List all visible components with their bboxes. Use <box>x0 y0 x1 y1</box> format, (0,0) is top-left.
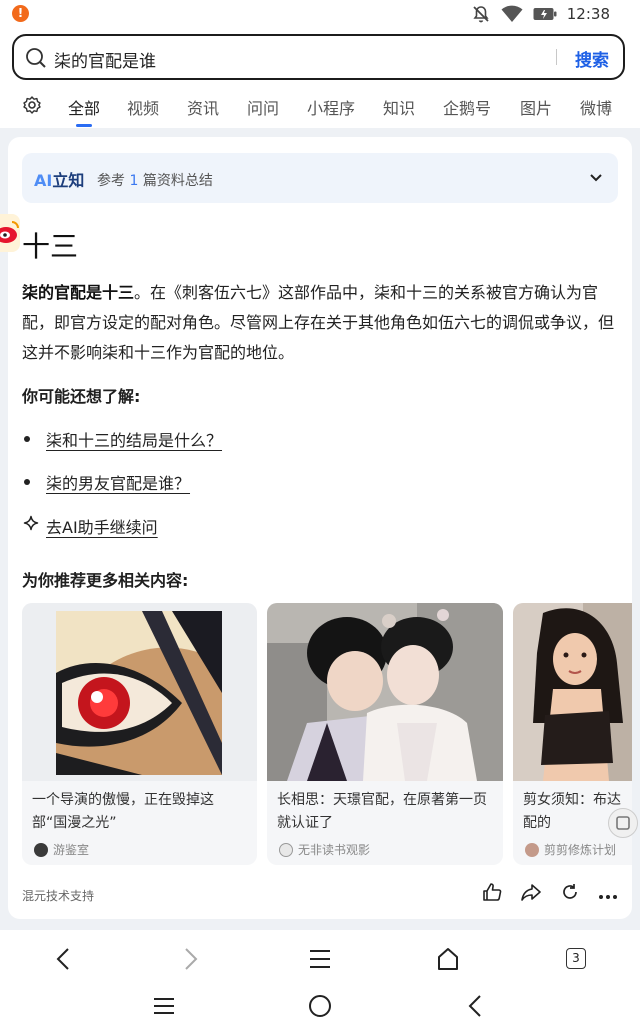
portrait-thumbnail <box>513 603 632 781</box>
avatar <box>525 842 539 857</box>
tab-all[interactable]: 全部 <box>68 95 100 119</box>
tab-news[interactable]: 资讯 <box>187 95 219 119</box>
recent-apps-icon[interactable] <box>152 994 176 1022</box>
weibo-icon[interactable] <box>0 214 20 252</box>
answer-body: 柒的官配是十三。在《刺客伍六七》这部作品中，柒和十三的关系被官方确认为官配，即官… <box>22 283 615 362</box>
thumbs-up-icon[interactable] <box>482 882 502 906</box>
search-input[interactable]: 柒的官配是谁 <box>54 47 156 72</box>
ai-assistant-link[interactable]: 去AI助手继续问 <box>46 514 158 538</box>
ai-summary-header[interactable]: AI立知 参考 1 篇资料总结 <box>22 153 618 203</box>
recommend-card[interactable]: 长相思：天璟官配，在原著第一页就认证了 无非读书观影 <box>267 603 503 865</box>
sparkle-icon <box>22 515 40 537</box>
system-navigation <box>0 988 640 1024</box>
drama-still-thumbnail <box>267 603 503 781</box>
battery-icon <box>533 7 557 21</box>
menu-icon[interactable] <box>308 946 332 976</box>
recommend-source: 剪剪修炼计划 <box>525 841 616 858</box>
status-time: 12:38 <box>566 5 610 23</box>
tab-video[interactable]: 视频 <box>127 95 159 119</box>
status-bar: ! 12:38 <box>0 0 640 28</box>
anime-eye-thumbnail <box>22 603 257 781</box>
recommend-source: 无非读书观影 <box>279 841 370 858</box>
related-questions-title: 你可能还想了解: <box>22 387 141 406</box>
tab-ask[interactable]: 问问 <box>247 95 279 119</box>
tab-indicator <box>76 124 92 127</box>
recommend-source: 游鉴室 <box>34 841 89 858</box>
search-area: 柒的官配是谁 搜索 <box>0 28 640 86</box>
category-tabs: 全部 视频 资讯 问问 小程序 知识 企鹅号 图片 微博 <box>0 86 640 128</box>
recommend-card[interactable]: 一个导演的傲慢，正在毁掉这部“国漫之光” 游鉴室 <box>22 603 257 865</box>
system-back-icon[interactable] <box>466 994 486 1022</box>
tab-images[interactable]: 图片 <box>520 95 552 119</box>
tab-miniprogram[interactable]: 小程序 <box>307 95 355 119</box>
related-question-link[interactable]: 柒的男友官配是谁？ <box>46 470 190 494</box>
recommend-card-text: 一个导演的傲慢，正在毁掉这部“国漫之光” <box>32 792 214 831</box>
back-icon[interactable] <box>54 946 74 976</box>
bullet <box>24 479 30 485</box>
search-icon <box>25 47 47 73</box>
refresh-icon[interactable] <box>560 882 580 906</box>
search-box[interactable]: 柒的官配是谁 搜索 <box>12 34 625 80</box>
home-circle-icon[interactable] <box>308 994 332 1022</box>
gear-icon[interactable] <box>22 95 42 119</box>
browser-toolbar: 3 <box>0 930 640 988</box>
ai-reference-count: 参考 1 篇资料总结 <box>97 173 213 189</box>
forward-icon[interactable] <box>180 946 200 976</box>
bell-off-icon <box>471 4 491 24</box>
tab-penguin[interactable]: 企鹅号 <box>443 95 491 119</box>
status-icons: 12:38 <box>471 3 610 25</box>
more-icon[interactable] <box>598 885 618 904</box>
answer-title: 十三 <box>22 230 79 263</box>
ai-answer-card: AI立知 参考 1 篇资料总结 十三 柒的官配是十三。在《刺客伍六七》这部作品中… <box>8 137 632 919</box>
floating-window-button[interactable] <box>608 808 638 838</box>
tab-count-button[interactable]: 3 <box>566 948 586 969</box>
search-divider <box>556 49 557 65</box>
avatar <box>279 842 293 857</box>
alert-icon: ! <box>12 5 29 22</box>
powered-by-note: 混元技术支持 <box>22 889 95 903</box>
recommend-title: 为你推荐更多相关内容: <box>22 571 189 590</box>
recommend-card-text: 长相思：天璟官配，在原著第一页就认证了 <box>277 792 487 831</box>
tab-knowledge[interactable]: 知识 <box>383 95 415 119</box>
wifi-icon <box>501 5 523 23</box>
home-icon[interactable] <box>436 946 460 976</box>
ai-lizhi-logo: AI立知 <box>34 171 85 190</box>
share-icon[interactable] <box>520 882 542 906</box>
chevron-down-icon[interactable] <box>588 170 604 189</box>
tab-weibo[interactable]: 微博 <box>580 95 612 119</box>
avatar <box>34 842 48 857</box>
answer-actions <box>482 882 618 906</box>
bullet <box>24 436 30 442</box>
related-question-link[interactable]: 柒和十三的结局是什么？ <box>46 427 222 451</box>
search-button[interactable]: 搜索 <box>575 46 609 71</box>
